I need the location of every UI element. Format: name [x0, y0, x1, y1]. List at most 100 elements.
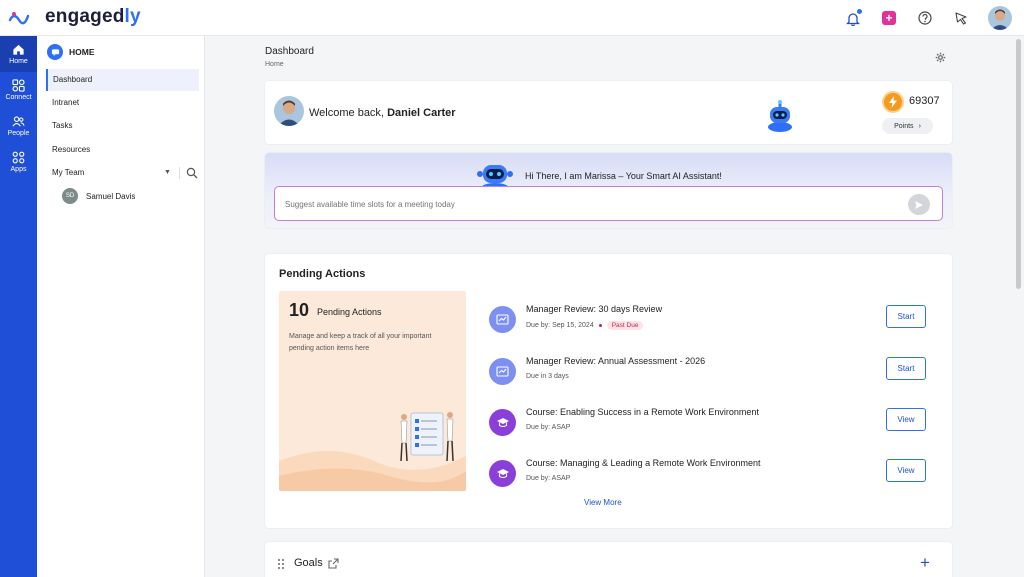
search-icon[interactable]	[186, 167, 198, 179]
sidebar-item-intranet[interactable]: Intranet	[46, 92, 199, 114]
my-team-label: My Team	[52, 168, 85, 177]
header-actions: +	[844, 5, 1012, 31]
pending-item: Manager Review: Annual Assessment - 2026…	[489, 354, 929, 394]
profile-avatar[interactable]	[274, 96, 304, 126]
view-button[interactable]: View	[886, 459, 926, 482]
due-date: Due in 3 days	[526, 373, 569, 380]
rail-label-home: Home	[9, 58, 28, 65]
chat-icon	[47, 44, 63, 60]
points-button-label: Points	[894, 122, 914, 130]
bell-icon[interactable]	[844, 9, 862, 27]
brand-logo[interactable]: engagedly	[45, 6, 141, 28]
sidebar-heading: HOME	[47, 44, 95, 60]
pending-actions-card: Pending Actions 10 Pending Actions Manag…	[265, 254, 952, 528]
rail-label-people: People	[7, 130, 30, 137]
pending-item-meta: Due by: Sep 15, 2024 Past Due	[526, 321, 644, 330]
team-member-item[interactable]: SD Samuel Davis	[62, 188, 135, 204]
pending-count-label: Pending Actions	[317, 307, 382, 317]
review-icon	[489, 306, 516, 333]
send-button[interactable]	[908, 194, 930, 215]
scrollbar-thumb[interactable]	[1016, 39, 1021, 289]
send-icon	[915, 200, 923, 209]
due-date: Due by: ASAP	[526, 424, 571, 431]
divider	[179, 167, 180, 179]
brand-accent: ly	[124, 6, 141, 27]
member-name: Samuel Davis	[86, 191, 136, 201]
pending-item-name[interactable]: Course: Managing & Leading a Remote Work…	[526, 458, 760, 468]
rail-item-people[interactable]: People	[0, 108, 37, 144]
goals-card: Goals +	[265, 542, 952, 577]
rail-label-connect: Connect	[5, 94, 32, 101]
rail-item-connect[interactable]: Connect	[0, 72, 37, 108]
welcome-prefix: Welcome back,	[309, 107, 388, 119]
pending-item: Course: Managing & Leading a Remote Work…	[489, 456, 929, 496]
rail-item-home[interactable]: Home	[0, 36, 37, 72]
sidebar-item-dashboard[interactable]: Dashboard	[46, 69, 199, 91]
rail-label-apps: Apps	[10, 166, 27, 173]
separator-dot	[598, 324, 602, 327]
sidebar-item-tasks[interactable]: Tasks	[46, 115, 199, 137]
welcome-text: Welcome back, Daniel Carter	[309, 107, 456, 119]
main-content: Dashboard Home Welcome back, Daniel Cart…	[205, 36, 1024, 577]
pending-item-name[interactable]: Manager Review: Annual Assessment - 2026	[526, 356, 705, 366]
pending-item: Manager Review: 30 days Review Due by: S…	[489, 302, 929, 342]
top-bar: engagedly +	[0, 0, 1024, 36]
assistant-input-box	[274, 186, 943, 221]
help-icon[interactable]	[916, 9, 934, 27]
member-avatar: SD	[62, 188, 78, 204]
page-title: Dashboard	[265, 46, 314, 57]
pending-item-name[interactable]: Course: Enabling Success in a Remote Wor…	[526, 407, 759, 417]
sidebar-heading-label: HOME	[69, 47, 95, 57]
pending-actions-title: Pending Actions	[279, 268, 366, 280]
breadcrumb[interactable]: Home	[265, 61, 284, 68]
brand-main: engaged	[45, 6, 125, 27]
home-sidebar: HOME Dashboard Intranet Tasks Resources …	[37, 36, 205, 577]
add-goal-button[interactable]: +	[920, 553, 930, 573]
sidebar-item-resources[interactable]: Resources	[46, 139, 199, 161]
robot-mascot-icon	[768, 100, 792, 132]
nav-rail: Home Connect People Apps	[0, 36, 37, 577]
points-button[interactable]: Points ›	[882, 118, 933, 134]
view-button[interactable]: View	[886, 408, 926, 431]
start-button[interactable]: Start	[886, 357, 926, 380]
pending-item-meta: Due by: ASAP	[526, 475, 570, 482]
apps-icon	[12, 151, 25, 164]
people-icon	[12, 116, 25, 127]
add-square-icon[interactable]: +	[880, 9, 898, 27]
pending-count: 10	[289, 300, 310, 320]
pending-item-name[interactable]: Manager Review: 30 days Review	[526, 304, 662, 314]
rail-item-apps[interactable]: Apps	[0, 144, 37, 180]
welcome-name: Daniel Carter	[387, 107, 456, 119]
pending-item-meta: Due in 3 days	[526, 373, 569, 380]
pending-summary-panel: 10 Pending Actions Manage and keep a tra…	[279, 291, 466, 491]
scrollbar[interactable]	[1014, 36, 1024, 577]
due-date: Due by: Sep 15, 2024	[526, 322, 594, 329]
chevron-right-icon: ›	[918, 122, 921, 130]
due-date: Due by: ASAP	[526, 475, 571, 482]
app-logo-icon[interactable]	[8, 8, 30, 28]
external-link-icon[interactable]	[328, 558, 339, 569]
chevron-down-icon[interactable]: ▼	[164, 162, 171, 184]
review-icon	[489, 358, 516, 385]
sidebar-my-team[interactable]: My Team ▼	[46, 162, 199, 184]
notification-dot	[857, 9, 862, 14]
assistant-prompt-input[interactable]	[285, 195, 885, 213]
goals-title: Goals	[294, 557, 323, 569]
user-avatar[interactable]	[988, 6, 1012, 30]
task-board-illustration	[400, 412, 454, 462]
pending-item: Course: Enabling Success in a Remote Wor…	[489, 405, 929, 445]
assistant-greeting: Hi There, I am Marissa – Your Smart AI A…	[525, 171, 722, 181]
lightning-icon	[882, 91, 904, 113]
gear-icon[interactable]	[935, 52, 946, 63]
home-icon	[13, 44, 24, 55]
drag-handle-icon[interactable]	[277, 558, 285, 570]
ai-assistant-card: Hi There, I am Marissa – Your Smart AI A…	[265, 153, 952, 228]
announcement-icon[interactable]	[952, 9, 970, 27]
connect-icon	[12, 79, 25, 92]
start-button[interactable]: Start	[886, 305, 926, 328]
pending-item-meta: Due by: ASAP	[526, 424, 570, 431]
welcome-card: Welcome back, Daniel Carter 69307 Points…	[265, 81, 952, 144]
view-more-link[interactable]: View More	[584, 498, 622, 507]
pending-description: Manage and keep a track of all your impo…	[289, 333, 432, 352]
graduation-cap-icon	[489, 460, 516, 487]
